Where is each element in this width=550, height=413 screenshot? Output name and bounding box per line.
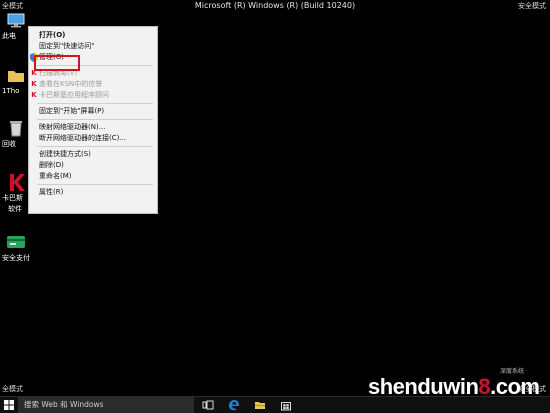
menu-separator — [37, 119, 153, 120]
taskbar-search-box[interactable]: 搜索 Web 和 Windows — [18, 397, 194, 413]
menu-item-create-shortcut[interactable]: 创建快捷方式(S) — [29, 149, 157, 160]
menu-item-label: 删除(D) — [39, 161, 64, 169]
desktop-icon-label: 安全支付 — [2, 254, 30, 262]
menu-separator — [37, 103, 153, 104]
menu-item-label: 固定到"开始"屏幕(P) — [39, 107, 105, 115]
menu-item-label: 查看在KSN中的信誉 — [39, 80, 103, 88]
kaspersky-k-icon: K — [31, 91, 37, 99]
menu-item-label: 打开(O) — [39, 31, 66, 39]
menu-item-label: 创建快捷方式(S) — [39, 150, 91, 158]
file-explorer-icon[interactable] — [254, 399, 266, 411]
menu-item-label: 固定到"快速访问" — [39, 42, 95, 50]
safe-pay-icon — [7, 236, 25, 248]
menu-item-label: 卡巴斯基应用程序顾问 — [39, 91, 109, 99]
menu-item-label: 重命名(M) — [39, 172, 72, 180]
windows-start-icon[interactable] — [4, 400, 14, 410]
menu-item-label: 属性(R) — [39, 188, 64, 196]
safe-mode-label-bottom-left: 全模式 — [2, 385, 23, 393]
os-build-title: Microsoft (R) Windows (R) (Build 10240) — [194, 1, 356, 10]
context-menu: 打开(O) 固定到"快速访问" 管理(G) K 扫描病毒(V) K 查看在KSN… — [28, 26, 158, 214]
desktop-icon-safe-pay[interactable]: 安全支付 — [2, 232, 36, 263]
menu-item-map-network-drive[interactable]: 映射网络驱动器(N)... — [29, 122, 157, 133]
manage-highlight-box — [34, 55, 80, 71]
menu-separator — [37, 146, 153, 147]
menu-item-label: 映射网络驱动器(N)... — [39, 123, 106, 131]
computer-icon — [7, 13, 25, 28]
menu-item-kaspersky-app-advisor[interactable]: K 卡巴斯基应用程序顾问 — [29, 90, 157, 101]
recycle-bin-icon — [10, 121, 22, 137]
kaspersky-k-icon: K — [31, 80, 37, 88]
taskbar: 搜索 Web 和 Windows — [0, 396, 550, 413]
safe-mode-label-top-right: 安全模式 — [518, 2, 546, 10]
menu-item-disconnect-network-drive[interactable]: 断开网络驱动器的连接(C)... — [29, 133, 157, 144]
menu-item-delete[interactable]: 删除(D) — [29, 160, 157, 171]
menu-item-properties[interactable]: 属性(R) — [29, 187, 157, 198]
menu-separator — [37, 184, 153, 185]
kaspersky-icon — [10, 174, 25, 191]
menu-item-open[interactable]: 打开(O) — [29, 30, 157, 41]
edge-browser-icon[interactable] — [228, 399, 240, 411]
store-icon[interactable] — [280, 399, 292, 411]
task-view-icon[interactable] — [202, 399, 214, 411]
menu-item-rename[interactable]: 重命名(M) — [29, 171, 157, 182]
menu-item-ksn-reputation[interactable]: K 查看在KSN中的信誉 — [29, 79, 157, 90]
menu-item-label: 断开网络驱动器的连接(C)... — [39, 134, 127, 142]
menu-item-pin-quick-access[interactable]: 固定到"快速访问" — [29, 41, 157, 52]
menu-item-pin-start[interactable]: 固定到"开始"屏幕(P) — [29, 106, 157, 117]
folder-icon — [8, 71, 24, 82]
